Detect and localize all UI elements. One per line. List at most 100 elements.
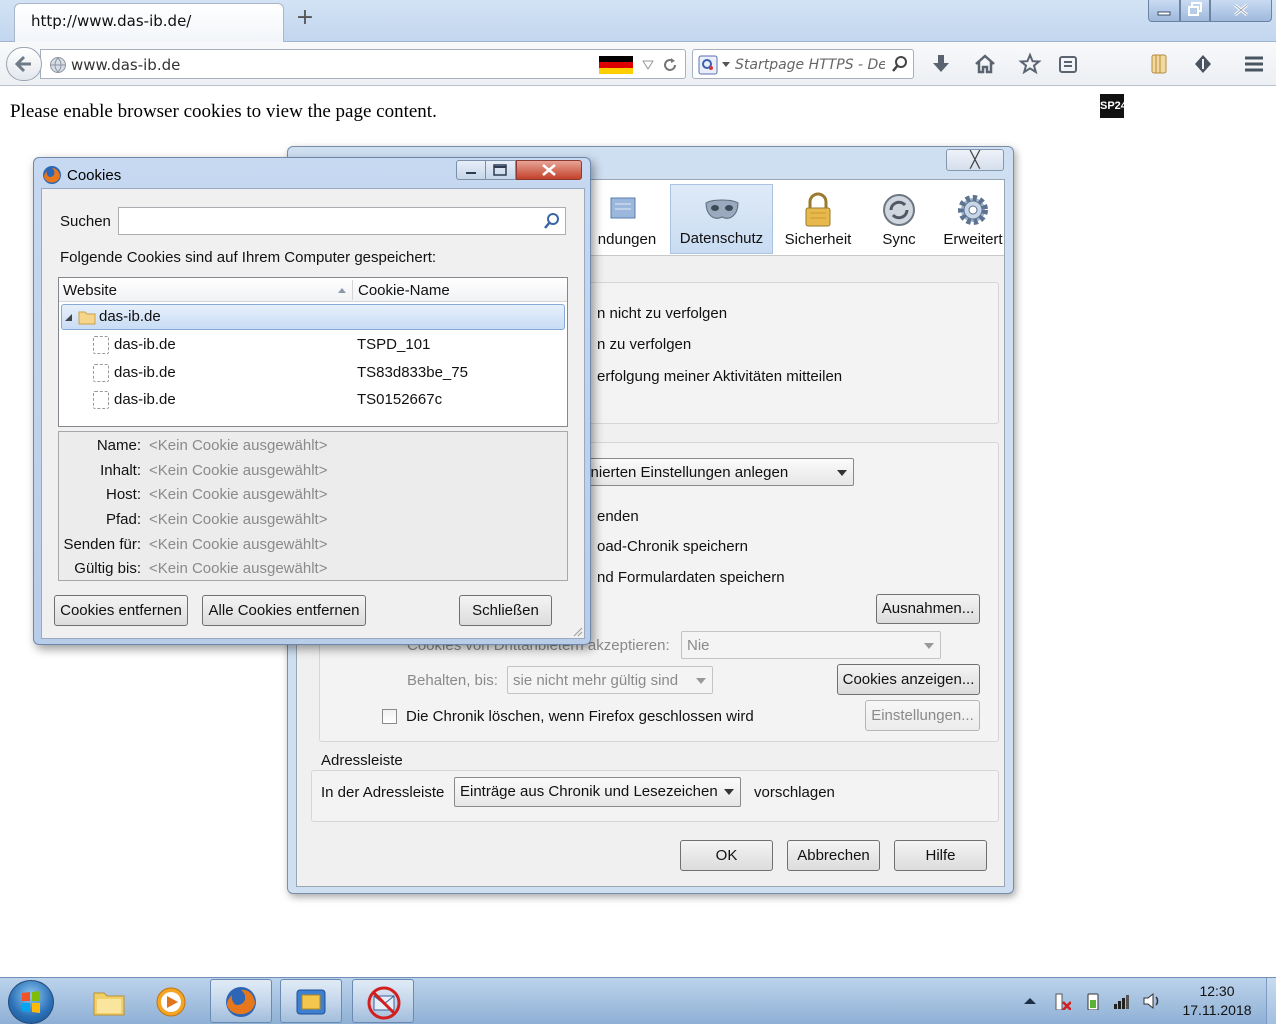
settings-button[interactable]: Einstellungen... [865, 700, 980, 731]
sync-icon [883, 194, 915, 226]
search-icon[interactable] [891, 55, 909, 73]
dialog-maximize-button[interactable] [486, 160, 516, 180]
tab-sicherheit[interactable]: Sicherheit [777, 184, 859, 254]
expand-triangle-icon[interactable] [64, 313, 74, 323]
start-button[interactable] [8, 980, 54, 1024]
remove-cookies-button[interactable]: Cookies entfernen [54, 595, 188, 626]
address-bar-select[interactable]: Einträge aus Chronik und Lesezeichen [454, 777, 741, 807]
exceptions-button[interactable]: Ausnahmen... [876, 594, 980, 624]
tab-title: http://www.das-ib.de/ [31, 12, 192, 30]
history-line-3[interactable]: nd Formulardaten speichern [597, 569, 785, 586]
taskbar-virtual-machine[interactable] [280, 979, 342, 1023]
history-line-2[interactable]: oad-Chronik speichern [597, 538, 748, 555]
address-bar-label: In der Adressleiste [321, 784, 445, 801]
history-line-1[interactable]: enden [597, 508, 639, 525]
action-center-icon[interactable] [1053, 992, 1071, 1010]
tab-sync-tabs[interactable]: ndungen [587, 184, 667, 254]
table-row[interactable]: das-ib.de TSPD_101 [59, 331, 567, 358]
reload-icon[interactable] [661, 56, 679, 74]
tab-datenschutz[interactable]: Datenschutz [670, 184, 773, 254]
column-website[interactable]: Website [63, 282, 117, 299]
cookie-tree[interactable]: Website Cookie-Name das-ib.de das-ib.de … [58, 277, 568, 427]
close-window-button[interactable] [1210, 0, 1272, 22]
remove-all-cookies-button[interactable]: Alle Cookies entfernen [202, 595, 366, 626]
resize-grip-icon[interactable] [571, 625, 583, 637]
close-button[interactable]: Schließen [459, 595, 552, 626]
search-icon[interactable] [543, 212, 561, 230]
clock-time: 12:30 [1199, 983, 1235, 999]
cookie-name: TSPD_101 [357, 336, 431, 353]
detail-value: <Kein Cookie ausgewählt> [149, 511, 328, 528]
search-label: Suchen [60, 213, 111, 230]
pocket-icon[interactable] [1191, 52, 1215, 76]
show-desktop-button[interactable] [1266, 978, 1276, 1024]
taskbar-firefox[interactable] [210, 979, 272, 1023]
cookie-name: TS83d833be_75 [357, 364, 468, 381]
column-cookie-name[interactable]: Cookie-Name [358, 282, 450, 299]
tab-sync[interactable]: Sync [863, 184, 935, 254]
sort-ascending-icon [338, 288, 346, 293]
table-row[interactable]: das-ib.de TS83d833be_75 [59, 359, 567, 386]
show-hidden-icons-icon[interactable] [1021, 992, 1039, 1010]
cookie-site: das-ib.de [114, 336, 176, 353]
ok-button[interactable]: OK [680, 840, 773, 871]
dropdown-arrow-icon[interactable] [641, 59, 655, 71]
search-bar[interactable]: Startpage HTTPS - Deut [692, 49, 914, 79]
taskbar-clock[interactable]: 12:30 17.11.2018 [1174, 982, 1260, 1020]
globe-icon [50, 57, 66, 73]
minimize-button[interactable] [1148, 0, 1180, 22]
tab-erweitert[interactable]: Erweitert [937, 184, 1009, 254]
browser-tab[interactable]: http://www.das-ib.de/ [14, 3, 284, 42]
chevron-down-icon [696, 678, 706, 684]
maximize-icon [493, 164, 507, 176]
options-close-button[interactable]: ╳ [946, 149, 1004, 171]
table-row[interactable]: das-ib.de TS0152667c [59, 386, 567, 413]
tab-label: ndungen [597, 231, 657, 248]
third-party-select[interactable]: Nie [681, 631, 941, 659]
home-icon[interactable] [973, 52, 997, 76]
detail-label: Gültig bis: [74, 560, 141, 577]
keep-until-select[interactable]: sie nicht mehr gültig sind [507, 666, 713, 694]
volume-icon[interactable] [1142, 992, 1160, 1010]
bookmark-star-icon[interactable] [1018, 52, 1042, 76]
address-bar-value: Einträge aus Chronik und Lesezeichen [460, 783, 718, 800]
bookmarks-library-icon[interactable] [1147, 52, 1171, 76]
detail-label: Pfad: [105, 511, 141, 528]
download-icon[interactable] [929, 52, 953, 76]
engine-dropdown-icon[interactable] [721, 61, 731, 69]
tree-folder-row[interactable]: das-ib.de [61, 304, 565, 330]
keep-until-label: Behalten, bis: [407, 672, 498, 689]
tracking-option-1[interactable]: n nicht zu verfolgen [597, 305, 727, 322]
cancel-button[interactable]: Abbrechen [787, 840, 880, 871]
battery-icon[interactable] [1084, 992, 1102, 1010]
restore-button[interactable] [1180, 0, 1210, 22]
sp24-extension-icon[interactable]: SP24 [1100, 94, 1127, 118]
virtual-machine-icon [296, 989, 326, 1015]
reading-list-icon[interactable] [1056, 52, 1080, 76]
close-icon [1234, 3, 1248, 17]
tracking-option-3[interactable]: erfolgung meiner Aktivitäten mitteilen [597, 368, 842, 385]
taskbar-media-player[interactable] [140, 979, 202, 1023]
taskbar-explorer[interactable] [78, 979, 140, 1023]
show-cookies-button[interactable]: Cookies anzeigen... [837, 664, 980, 695]
url-bar[interactable]: www.das-ib.de [40, 49, 686, 79]
menu-icon[interactable] [1242, 52, 1266, 76]
help-button[interactable]: Hilfe [894, 840, 987, 871]
cookie-search-input[interactable] [118, 207, 566, 235]
network-signal-icon[interactable] [1112, 992, 1130, 1010]
history-mode-select[interactable]: erdefinierten Einstellungen anlegen [547, 458, 854, 486]
cookie-document-icon [93, 336, 109, 354]
window-controls [1148, 0, 1272, 22]
close-icon [542, 164, 556, 176]
new-tab-button[interactable]: + [294, 6, 316, 30]
taskbar-mail[interactable] [352, 979, 414, 1023]
cookie-document-icon [93, 364, 109, 382]
back-button[interactable] [6, 47, 42, 81]
dialog-close-button[interactable] [516, 160, 582, 180]
dialog-minimize-button[interactable] [456, 160, 486, 180]
search-placeholder: Startpage HTTPS - Deut [735, 57, 885, 73]
tracking-option-2[interactable]: n zu verfolgen [597, 336, 691, 353]
clear-history-checkbox[interactable] [382, 709, 397, 724]
restore-icon [1188, 2, 1202, 16]
address-bar-group-title: Adressleiste [321, 752, 403, 769]
